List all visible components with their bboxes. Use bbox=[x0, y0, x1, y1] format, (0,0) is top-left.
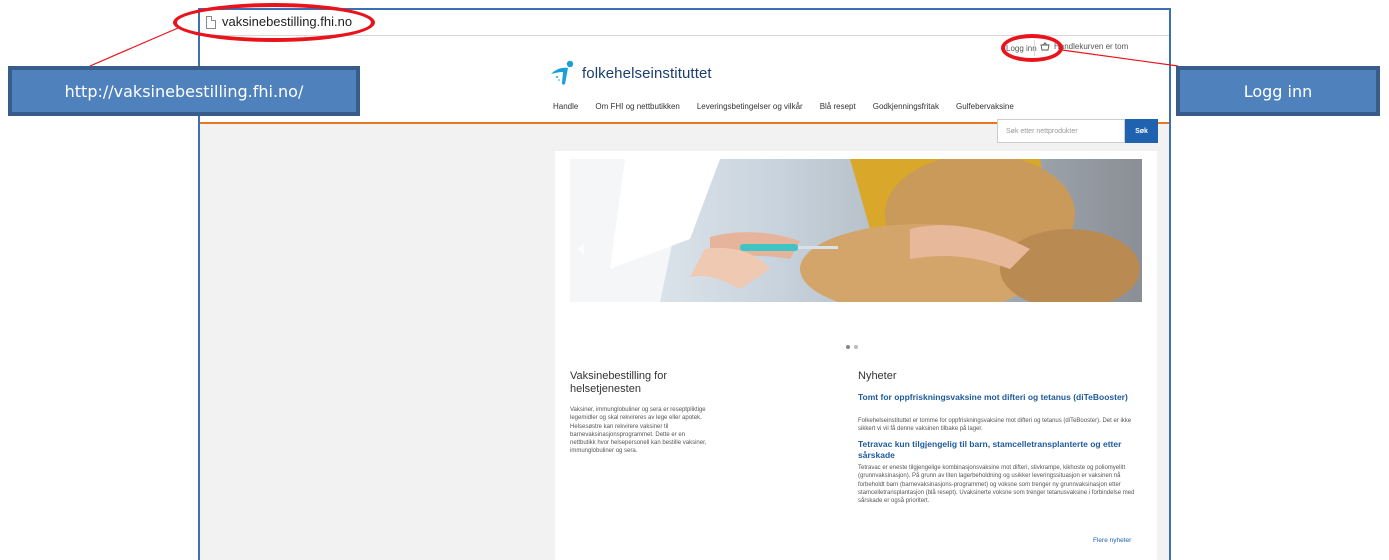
carousel-dots bbox=[846, 345, 858, 349]
carousel-dot[interactable] bbox=[846, 345, 850, 349]
intro-title: Vaksinebestilling for helsetjenesten bbox=[570, 370, 668, 395]
fhi-logo-icon bbox=[551, 60, 574, 85]
fhi-logo[interactable]: folkehelseinstituttet bbox=[550, 60, 712, 86]
url-highlight-ring bbox=[173, 3, 375, 42]
search-input[interactable]: Søk etter nettprodukter bbox=[997, 119, 1125, 143]
news-headline[interactable]: Tomt for oppfriskningsvaksine mot difter… bbox=[858, 392, 1148, 403]
intro-body: Vaksiner, immunglobuliner og sera er res… bbox=[570, 407, 707, 455]
carousel-dot[interactable] bbox=[854, 345, 858, 349]
news-body: Folkehelseinstituttet er tomme for oppfr… bbox=[858, 418, 1132, 433]
nav-item-leveringsbetingelser[interactable]: Leveringsbetingelser og vilkår bbox=[697, 102, 803, 111]
nav-item-om-fhi[interactable]: Om FHI og nettbutikken bbox=[595, 102, 679, 111]
logo-text: folkehelseinstituttet bbox=[582, 64, 712, 82]
news-body: Tetravac er eneste tilgjengelige kombina… bbox=[858, 465, 1135, 505]
url-callout: http://vaksinebestilling.fhi.no/ bbox=[8, 66, 360, 116]
nav-item-bla-resept[interactable]: Blå resept bbox=[820, 102, 856, 111]
cart-label: Handlekurven er tom bbox=[1054, 42, 1129, 51]
nav-item-gulfebervaksine[interactable]: Gulfebervaksine bbox=[956, 102, 1014, 111]
news-heading: Nyheter bbox=[858, 370, 897, 382]
news-headline[interactable]: Tetravac kun tilgjengelig til barn, stam… bbox=[858, 439, 1148, 461]
search-button[interactable]: Søk bbox=[1125, 119, 1158, 143]
nav-item-handle[interactable]: Handle bbox=[553, 102, 578, 111]
vaccination-photo bbox=[570, 159, 1142, 302]
main-content: Vaksinebestilling for helsetjenesten Vak… bbox=[555, 151, 1157, 560]
main-nav: Handle Om FHI og nettbutikken Leveringsb… bbox=[553, 102, 1031, 111]
search-box: Søk etter nettprodukter Søk bbox=[997, 119, 1158, 143]
hero-image[interactable] bbox=[570, 159, 1142, 302]
more-news-link[interactable]: Flere nyheter bbox=[1093, 537, 1131, 544]
login-highlight-ring bbox=[1001, 34, 1063, 62]
login-callout: Logg inn bbox=[1176, 66, 1380, 116]
nav-item-godkjenningsfritak[interactable]: Godkjenningsfritak bbox=[873, 102, 939, 111]
